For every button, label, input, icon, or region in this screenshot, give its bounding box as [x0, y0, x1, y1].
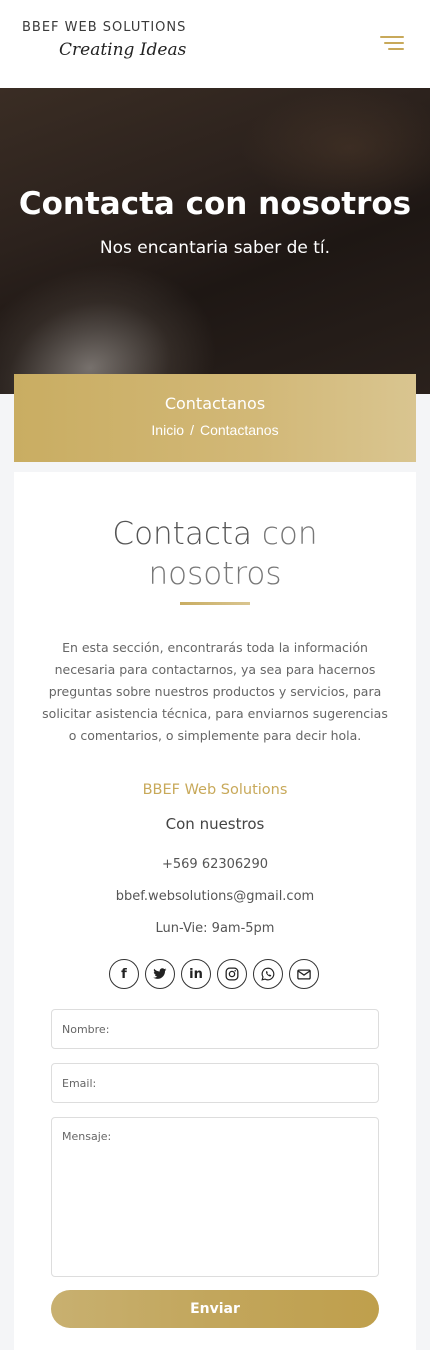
title-divider — [180, 602, 250, 605]
breadcrumb-current: Contactanos — [199, 422, 279, 438]
breadcrumb-separator: / — [190, 422, 194, 438]
section-title-light: con — [261, 516, 318, 552]
social-links: f in — [109, 959, 325, 991]
menu-line — [384, 42, 404, 44]
whatsapp-icon[interactable] — [253, 959, 283, 989]
submit-button[interactable]: Enviar — [51, 1290, 379, 1328]
section-title: Contacta con nosotros — [14, 514, 416, 594]
name-input[interactable] — [52, 1010, 378, 1048]
contact-card: Contacta con nosotros En esta sección, e… — [14, 472, 416, 1350]
hero-subtitle: Nos encantaria saber de tí. — [99, 238, 331, 258]
twitter-icon[interactable] — [145, 959, 175, 989]
phone-number[interactable]: +569 62306290 — [14, 857, 416, 872]
contact-subheading: Con nuestros — [165, 815, 265, 833]
hero-title: Contacta con nosotros — [18, 186, 412, 222]
message-field[interactable] — [51, 1117, 379, 1277]
linkedin-icon[interactable]: in — [181, 959, 211, 989]
envelope-glyph — [297, 968, 311, 980]
twitter-bird-glyph — [153, 968, 167, 979]
name-field[interactable] — [51, 1009, 379, 1049]
message-textarea[interactable] — [52, 1118, 378, 1276]
email-input[interactable] — [52, 1064, 378, 1102]
menu-line — [380, 36, 404, 38]
page-title-banner: Contactanos Inicio / Contactanos — [14, 374, 416, 462]
section-title-light: nosotros — [148, 556, 282, 592]
email-icon[interactable] — [289, 959, 319, 989]
section-title-strong: Contacta — [112, 516, 253, 552]
email-address[interactable]: bbef.websolutions@gmail.com — [14, 889, 416, 904]
hamburger-menu-icon[interactable] — [372, 30, 412, 58]
whatsapp-glyph — [261, 967, 275, 981]
instagram-glyph — [225, 967, 239, 981]
instagram-icon[interactable] — [217, 959, 247, 989]
email-field[interactable] — [51, 1063, 379, 1103]
breadcrumb-home-link[interactable]: Inicio — [151, 422, 184, 438]
breadcrumb: Inicio / Contactanos — [14, 422, 416, 438]
hero-banner: Contacta con nosotros Nos encantaria sab… — [0, 88, 430, 394]
business-hours: Lun-Vie: 9am-5pm — [155, 921, 275, 936]
site-header: BBEF WEB SOLUTIONS Creating Ideas — [0, 0, 430, 88]
logo-tagline[interactable]: Creating Ideas — [59, 40, 186, 60]
company-name: BBEF Web Solutions — [142, 782, 288, 798]
logo-brand-name[interactable]: BBEF WEB SOLUTIONS — [22, 20, 186, 35]
page-title: Contactanos — [164, 394, 266, 413]
intro-paragraph: En esta sección, encontrarás toda la inf… — [42, 640, 388, 743]
menu-line — [388, 48, 404, 50]
facebook-icon[interactable]: f — [109, 959, 139, 989]
